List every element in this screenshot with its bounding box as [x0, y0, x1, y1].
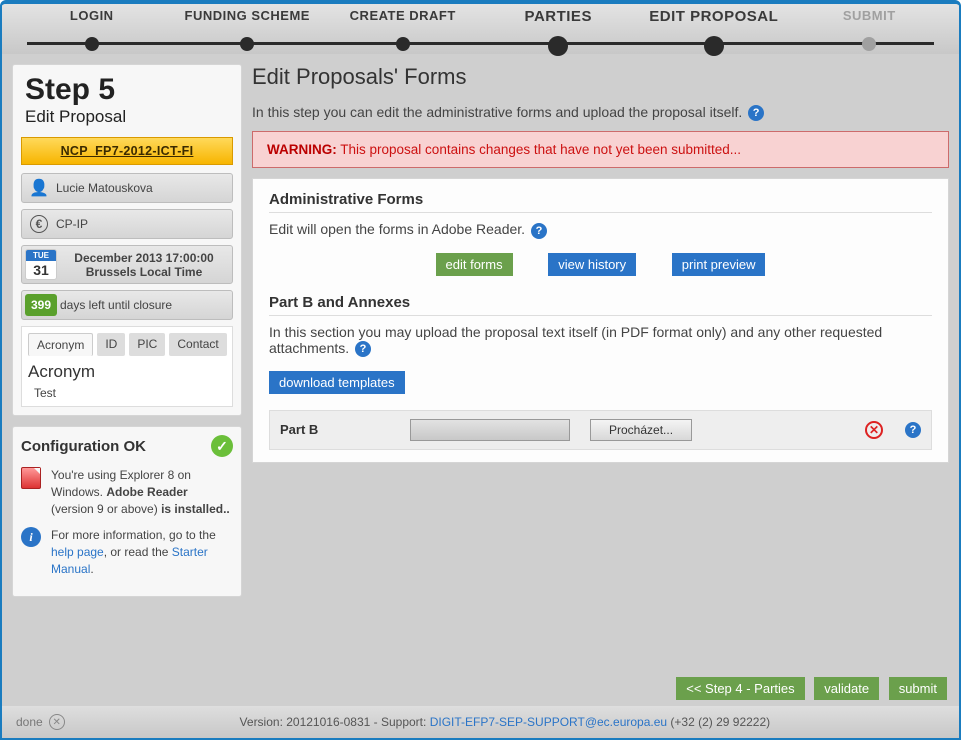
step-submit: SUBMIT: [792, 8, 948, 56]
intro-text: In this step you can edit the administra…: [252, 104, 949, 121]
tab-contact[interactable]: Contact: [169, 333, 226, 356]
tab-id[interactable]: ID: [97, 333, 125, 356]
euro-icon: €: [22, 215, 56, 233]
status-done: done: [16, 715, 43, 729]
page-title: Edit Proposals' Forms: [252, 64, 949, 90]
config-title: Configuration OK: [21, 438, 146, 455]
step-parties[interactable]: PARTIES: [481, 8, 637, 56]
days-badge: 399: [25, 294, 57, 316]
tab-acronym[interactable]: Acronym: [28, 333, 93, 356]
scheme-row: € CP-IP: [21, 209, 233, 239]
step-draft[interactable]: CREATE DRAFT: [325, 8, 481, 56]
edit-forms-button[interactable]: edit forms: [436, 253, 513, 276]
print-preview-button[interactable]: print preview: [672, 253, 766, 276]
step-number: Step 5: [21, 73, 233, 107]
partb-upload-row: Part B Procházet... ✕ ?: [269, 410, 932, 450]
tab-pic[interactable]: PIC: [129, 333, 165, 356]
step-subtitle: Edit Proposal: [21, 107, 233, 133]
remove-icon[interactable]: ✕: [865, 421, 883, 439]
tab-heading: Acronym: [28, 362, 226, 382]
step-edit[interactable]: EDIT PROPOSAL: [636, 8, 792, 56]
support-email-link[interactable]: DIGIT-EFP7-SEP-SUPPORT@ec.europa.eu: [430, 715, 667, 729]
tab-value: Test: [28, 386, 226, 400]
partb-label: Part B: [280, 422, 390, 437]
user-row: 👤 Lucie Matouskova: [21, 173, 233, 203]
warning-banner: WARNING: This proposal contains changes …: [252, 131, 949, 168]
calendar-icon: TUE 31: [25, 249, 57, 280]
checkmark-icon: ✓: [211, 435, 233, 457]
config-help-text: For more information, go to the help pag…: [51, 527, 233, 577]
step-login[interactable]: LOGIN: [14, 8, 170, 56]
info-icon: i: [21, 527, 41, 547]
config-browser-text: You're using Explorer 8 on Windows. Adob…: [51, 467, 233, 517]
download-templates-button[interactable]: download templates: [269, 371, 405, 394]
help-icon[interactable]: ?: [531, 223, 547, 239]
step-funding[interactable]: FUNDING SCHEME: [170, 8, 326, 56]
admin-forms-desc: Edit will open the forms in Adobe Reader…: [269, 221, 932, 238]
help-icon[interactable]: ?: [905, 422, 921, 438]
daysleft-row: 399 days left until closure: [21, 290, 233, 320]
help-icon[interactable]: ?: [748, 105, 764, 121]
user-icon: 👤: [22, 178, 56, 198]
submit-button[interactable]: submit: [889, 677, 947, 700]
browse-button[interactable]: Procházet...: [590, 419, 692, 441]
validate-button[interactable]: validate: [814, 677, 879, 700]
close-icon[interactable]: ✕: [49, 714, 65, 730]
back-button[interactable]: << Step 4 - Parties: [676, 677, 804, 700]
project-code[interactable]: NCP_FP7-2012-ICT-FI: [21, 137, 233, 165]
pdf-icon: [21, 467, 41, 489]
help-page-link[interactable]: help page: [51, 545, 104, 559]
admin-forms-heading: Administrative Forms: [269, 191, 932, 213]
deadline-row: TUE 31 December 2013 17:00:00 Brussels L…: [21, 245, 233, 284]
partb-heading: Part B and Annexes: [269, 294, 932, 316]
help-icon[interactable]: ?: [355, 341, 371, 357]
file-input[interactable]: [410, 419, 570, 441]
view-history-button[interactable]: view history: [548, 253, 636, 276]
wizard-stepbar: LOGIN FUNDING SCHEME CREATE DRAFT PARTIE…: [2, 4, 959, 54]
footer-version: Version: 20121016-0831 - Support: DIGIT-…: [240, 715, 771, 729]
partb-desc: In this section you may upload the propo…: [269, 324, 932, 357]
